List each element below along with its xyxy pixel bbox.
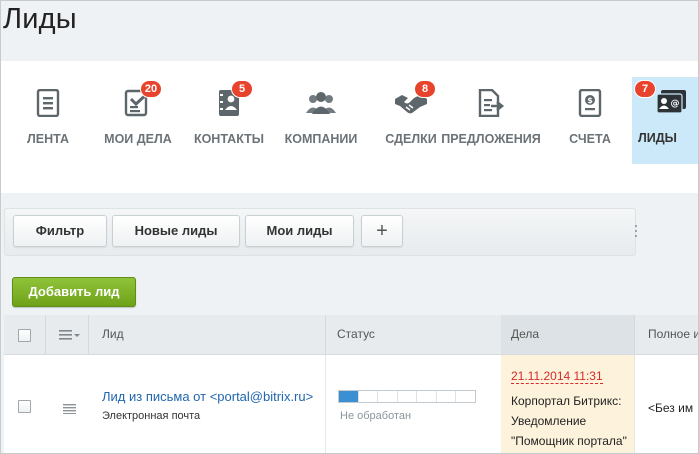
column-header-fullname[interactable]: Полное и — [648, 315, 698, 354]
column-separator — [634, 355, 635, 453]
column-separator — [325, 315, 326, 354]
svg-text:$: $ — [587, 96, 593, 105]
crm-menu-item-invoices[interactable]: $ СЧЕТА — [561, 78, 619, 160]
leads-grid: Лид Статус Дела Полное и Лид из письма о… — [4, 315, 698, 453]
crm-menu-item-deals[interactable]: 8 СДЕЛКИ — [383, 78, 439, 160]
lead-source: Электронная почта — [102, 410, 201, 422]
crm-menu-item-feed[interactable]: ЛЕНТА — [14, 78, 82, 160]
column-header-status[interactable]: Статус — [337, 315, 375, 354]
column-header-lead[interactable]: Лид — [102, 315, 124, 354]
status-step — [359, 391, 379, 402]
document-export-icon — [474, 86, 508, 120]
filter-bar: Фильтр Новые лиды Мои лиды + — [4, 208, 638, 256]
crm-menu-badge: 7 — [634, 80, 656, 98]
crm-menu-badge: 5 — [231, 80, 253, 98]
add-lead-button[interactable]: Добавить лид — [12, 277, 136, 307]
crm-menu-label: СЧЕТА — [569, 132, 611, 146]
crm-menu-label: ЛИДЫ — [638, 131, 677, 145]
more-options-icon[interactable] — [634, 225, 638, 239]
page-title: Лиды — [3, 3, 77, 35]
row-checkbox[interactable] — [18, 400, 31, 413]
crm-menu-item-quotes[interactable]: ПРЕДЛОЖЕНИЯ — [441, 78, 541, 160]
status-step — [339, 391, 359, 402]
crm-menu-label: ПРЕДЛОЖЕНИЯ — [441, 132, 541, 146]
crm-menu-badge: 20 — [140, 80, 162, 98]
crm-window: Лиды ЛЕНТА 20 МОИ ДЕЛА 5 КОНТАКТЫ КОМПАН… — [0, 0, 699, 454]
crm-menu-item-companies[interactable]: КОМПАНИИ — [282, 78, 360, 160]
add-filter-button[interactable]: + — [361, 215, 403, 247]
status-progress-bar[interactable] — [338, 390, 476, 403]
column-separator — [634, 315, 635, 354]
lead-card-icon: @ — [655, 85, 689, 119]
crm-menu-badge: 8 — [414, 80, 436, 98]
row-menu-icon[interactable] — [63, 401, 76, 414]
column-header-deals[interactable]: Дела — [501, 315, 634, 354]
column-settings-icon[interactable] — [59, 328, 81, 340]
column-separator — [45, 315, 46, 354]
deal-date-link[interactable]: 21.11.2014 11:31 — [511, 369, 603, 384]
status-step — [456, 391, 475, 402]
new-leads-filter-button[interactable]: Новые лиды — [112, 215, 240, 247]
status-step — [378, 391, 398, 402]
table-row[interactable]: Лид из письма от <portal@bitrix.ru> Элек… — [4, 355, 698, 453]
crm-menu-label: МОИ ДЕЛА — [104, 132, 172, 146]
lead-title-link[interactable]: Лид из письма от <portal@bitrix.ru> — [102, 389, 313, 404]
filter-button[interactable]: Фильтр — [13, 215, 107, 247]
crm-menu: ЛЕНТА 20 МОИ ДЕЛА 5 КОНТАКТЫ КОМПАНИИ 8 … — [1, 61, 698, 193]
svg-text:@: @ — [671, 99, 680, 109]
status-step — [398, 391, 418, 402]
status-step — [417, 391, 437, 402]
grid-header: Лид Статус Дела Полное и — [4, 315, 698, 355]
invoice-dollar-icon: $ — [573, 86, 607, 120]
column-separator — [88, 315, 89, 354]
crm-menu-item-contacts[interactable]: 5 КОНТАКТЫ — [193, 78, 265, 160]
select-all-checkbox[interactable] — [18, 329, 31, 342]
column-separator — [325, 355, 326, 453]
lead-fullname: <Без им — [648, 401, 694, 415]
status-label: Не обработан — [340, 410, 412, 422]
feed-icon — [31, 86, 65, 120]
crm-menu-label: КОНТАКТЫ — [193, 132, 265, 146]
crm-menu-item-mytasks[interactable]: 20 МОИ ДЕЛА — [102, 78, 174, 160]
people-group-icon — [304, 86, 338, 120]
crm-menu-label: ЛЕНТА — [26, 132, 69, 146]
my-leads-filter-button[interactable]: Мои лиды — [245, 215, 354, 247]
deal-description: Корпортал Битрикс: Уведомление "Помощник… — [511, 394, 627, 448]
status-step — [437, 391, 457, 402]
crm-menu-label: СДЕЛКИ — [385, 132, 437, 146]
crm-menu-label: КОМПАНИИ — [284, 132, 358, 146]
crm-menu-item-leads[interactable]: @ 7 ЛИДЫ — [632, 77, 698, 164]
